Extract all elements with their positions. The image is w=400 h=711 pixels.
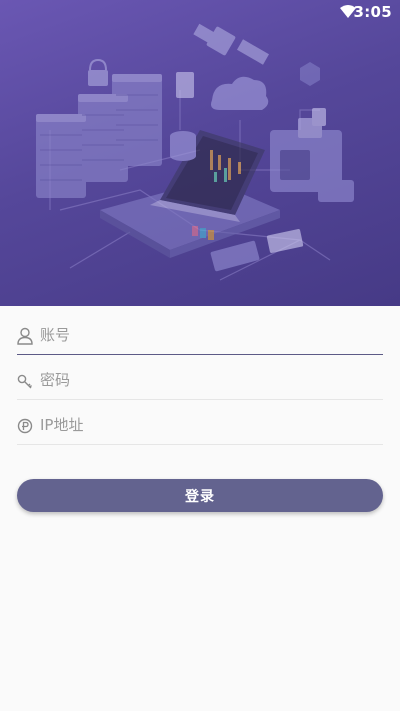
status-bar: 3:05 [0, 0, 400, 24]
account-field[interactable] [17, 318, 383, 355]
status-time: 3:05 [353, 3, 392, 21]
ip-address-input[interactable] [40, 408, 380, 442]
ip-address-field[interactable] [17, 408, 383, 445]
ip-icon [17, 418, 33, 434]
password-field[interactable] [17, 363, 383, 400]
header-illustration-banner [0, 0, 400, 306]
user-icon [17, 327, 33, 345]
key-icon [17, 374, 32, 389]
server-network-illustration [36, 23, 354, 281]
account-input[interactable] [40, 318, 380, 352]
password-input[interactable] [40, 363, 380, 397]
login-button[interactable]: 登录 [17, 479, 383, 512]
